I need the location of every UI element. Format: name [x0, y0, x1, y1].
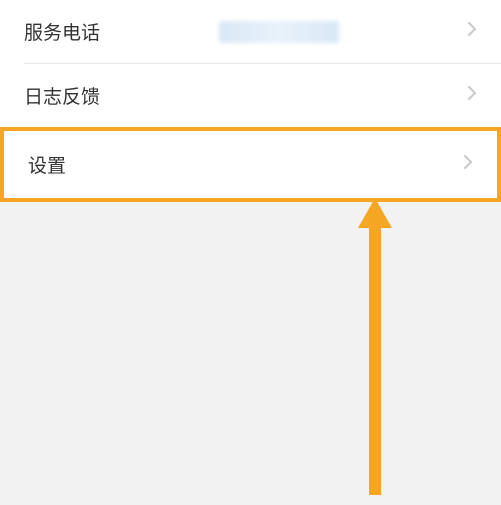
blurred-phone-value: [219, 21, 339, 43]
row-label: 服务电话: [24, 18, 100, 45]
row-settings[interactable]: 设置: [0, 127, 501, 202]
chevron-right-icon: [467, 85, 477, 106]
settings-list: 服务电话 日志反馈 设置: [0, 0, 501, 202]
chevron-right-icon: [467, 21, 477, 42]
row-log-feedback[interactable]: 日志反馈: [0, 64, 501, 127]
row-label: 设置: [28, 151, 66, 178]
row-service-phone[interactable]: 服务电话: [0, 0, 501, 63]
chevron-right-icon: [463, 154, 473, 175]
annotation-arrow-up: [350, 190, 400, 505]
row-label: 日志反馈: [24, 82, 100, 109]
